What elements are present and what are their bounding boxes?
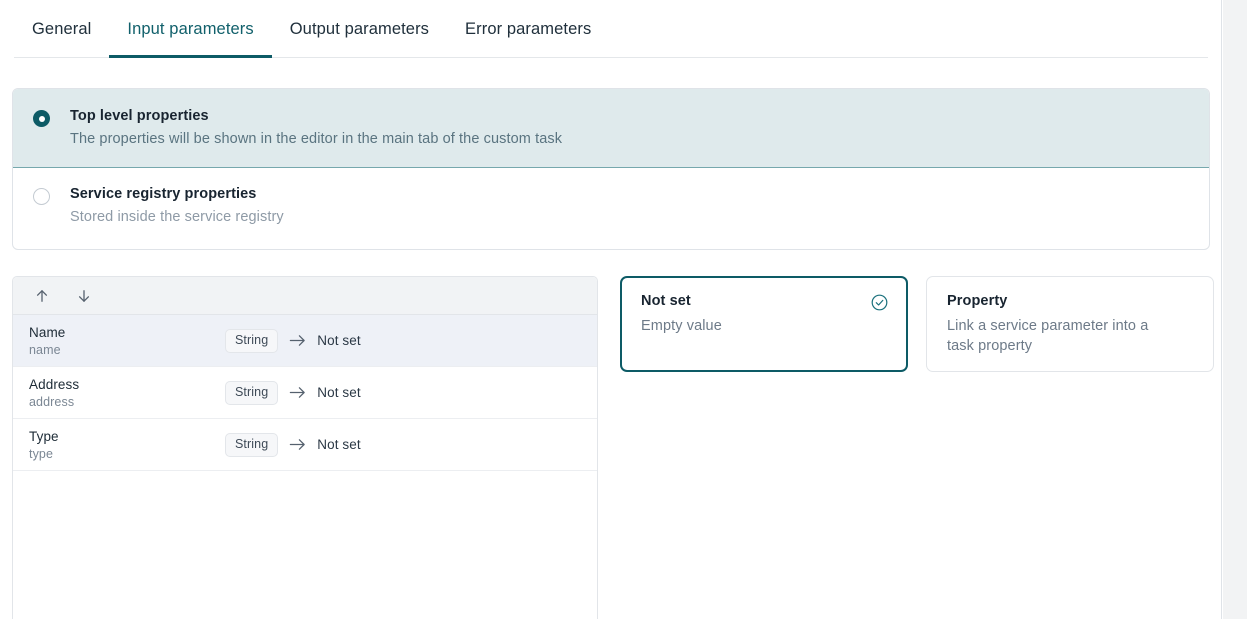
value-option-description: Empty value xyxy=(641,316,856,336)
tab-output-parameters[interactable]: Output parameters xyxy=(272,14,447,58)
parameter-label: Name xyxy=(29,324,225,341)
value-option-title: Not set xyxy=(641,292,889,311)
radio-option-title: Service registry properties xyxy=(70,185,284,204)
tab-error-parameters[interactable]: Error parameters xyxy=(447,14,609,58)
radio-option-texts: Top level properties The properties will… xyxy=(70,107,562,149)
value-option-title: Property xyxy=(947,292,1196,311)
value-option-not-set[interactable]: Not set Empty value xyxy=(620,276,908,372)
parameter-name-cell: Name name xyxy=(29,324,225,358)
tab-input-parameters[interactable]: Input parameters xyxy=(109,14,271,58)
check-circle-icon xyxy=(871,294,888,311)
parameter-value: Not set xyxy=(317,384,360,401)
arrow-up-icon xyxy=(34,288,50,304)
table-row[interactable]: Type type String Not set xyxy=(13,419,597,471)
value-option-description: Link a service parameter into a task pro… xyxy=(947,316,1162,356)
table-row[interactable]: Name name String Not set xyxy=(13,315,597,367)
editor-panel: General Input parameters Output paramete… xyxy=(0,0,1222,619)
parameters-table: Name name String Not set Address add xyxy=(12,276,598,619)
parameter-type-badge: String xyxy=(225,381,278,405)
maps-to-arrow-icon xyxy=(289,334,306,347)
parameter-value: Not set xyxy=(317,436,360,453)
arrow-down-icon xyxy=(76,288,92,304)
parameter-mapping-cell: String Not set xyxy=(225,381,361,405)
radio-option-service-registry-properties[interactable]: Service registry properties Stored insid… xyxy=(13,168,1209,249)
parameter-name-cell: Type type xyxy=(29,428,225,462)
radio-option-description: Stored inside the service registry xyxy=(70,208,284,227)
table-row[interactable]: Address address String Not set xyxy=(13,367,597,419)
right-gutter xyxy=(1223,0,1247,619)
tab-bar: General Input parameters Output paramete… xyxy=(0,0,1222,58)
radio-unselected-icon xyxy=(33,188,50,205)
move-down-button[interactable] xyxy=(71,283,97,309)
radio-option-texts: Service registry properties Stored insid… xyxy=(70,185,284,227)
value-option-cards: Not set Empty value Property Link a serv… xyxy=(620,276,1214,372)
parameter-type-badge: String xyxy=(225,329,278,353)
parameter-key: name xyxy=(29,342,225,358)
value-option-property[interactable]: Property Link a service parameter into a… xyxy=(926,276,1214,372)
parameter-key: type xyxy=(29,446,225,462)
radio-option-top-level-properties[interactable]: Top level properties The properties will… xyxy=(13,89,1209,168)
maps-to-arrow-icon xyxy=(289,386,306,399)
tab-general[interactable]: General xyxy=(14,14,109,58)
maps-to-arrow-icon xyxy=(289,438,306,451)
radio-option-description: The properties will be shown in the edit… xyxy=(70,130,562,149)
parameters-table-toolbar xyxy=(13,277,597,315)
parameter-key: address xyxy=(29,394,225,410)
property-scope-radio-group: Top level properties The properties will… xyxy=(12,88,1210,250)
parameter-mapping-cell: String Not set xyxy=(225,329,361,353)
custom-task-editor: General Input parameters Output paramete… xyxy=(0,0,1247,619)
parameter-label: Address xyxy=(29,376,225,393)
radio-option-title: Top level properties xyxy=(70,107,562,126)
radio-selected-icon xyxy=(33,110,50,127)
parameter-label: Type xyxy=(29,428,225,445)
parameter-type-badge: String xyxy=(225,433,278,457)
parameter-name-cell: Address address xyxy=(29,376,225,410)
parameter-mapping-cell: String Not set xyxy=(225,433,361,457)
parameter-value: Not set xyxy=(317,332,360,349)
move-up-button[interactable] xyxy=(29,283,55,309)
